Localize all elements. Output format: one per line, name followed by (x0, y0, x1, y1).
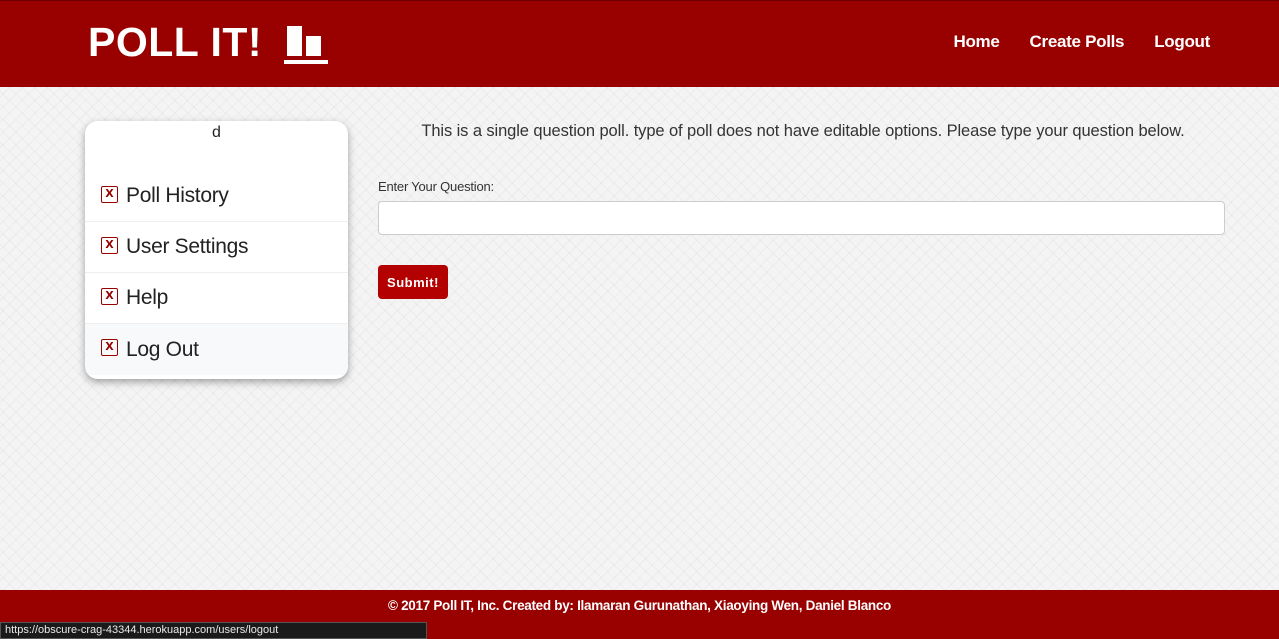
submit-button[interactable]: Submit! (378, 265, 448, 299)
browser-status-bar: https://obscure-crag-43344.herokuapp.com… (0, 622, 427, 639)
close-icon: X (101, 236, 118, 254)
user-sidebar: d X Poll History X User Settings X Help … (85, 121, 348, 379)
sidebar-username: d (212, 124, 221, 141)
nav-logout-link[interactable]: Logout (1154, 31, 1210, 53)
question-input[interactable] (378, 201, 1225, 235)
sidebar-item-user-settings[interactable]: X User Settings (85, 222, 348, 273)
sidebar-item-label: Help (126, 286, 168, 309)
close-icon: X (101, 339, 118, 356)
close-icon: X (101, 287, 118, 305)
sidebar-item-poll-history[interactable]: X Poll History (85, 171, 348, 222)
sidebar-item-log-out[interactable]: X Log Out (85, 324, 348, 375)
question-label: Enter Your Question: (378, 179, 494, 194)
brand-title: POLL IT! (88, 19, 263, 65)
nav-create-polls-link[interactable]: Create Polls (1030, 31, 1125, 53)
footer-copyright: © 2017 Poll IT, Inc. Created by: Ilamara… (387, 598, 892, 613)
poll-instructions: This is a single question poll. type of … (421, 122, 1185, 140)
top-navbar: POLL IT! Home Create Polls Logout (0, 0, 1279, 87)
close-icon: X (101, 185, 118, 203)
sidebar-item-label: User Settings (126, 235, 249, 258)
sidebar-item-label: Poll History (126, 184, 229, 207)
poll-chart-icon (284, 20, 329, 64)
nav-home-link[interactable]: Home (953, 31, 999, 53)
nav-links: Home Create Polls Logout (953, 31, 1210, 53)
sidebar-item-help[interactable]: X Help (85, 273, 348, 324)
brand-logo-link[interactable]: POLL IT! (88, 18, 329, 66)
sidebar-item-label: Log Out (126, 337, 199, 361)
